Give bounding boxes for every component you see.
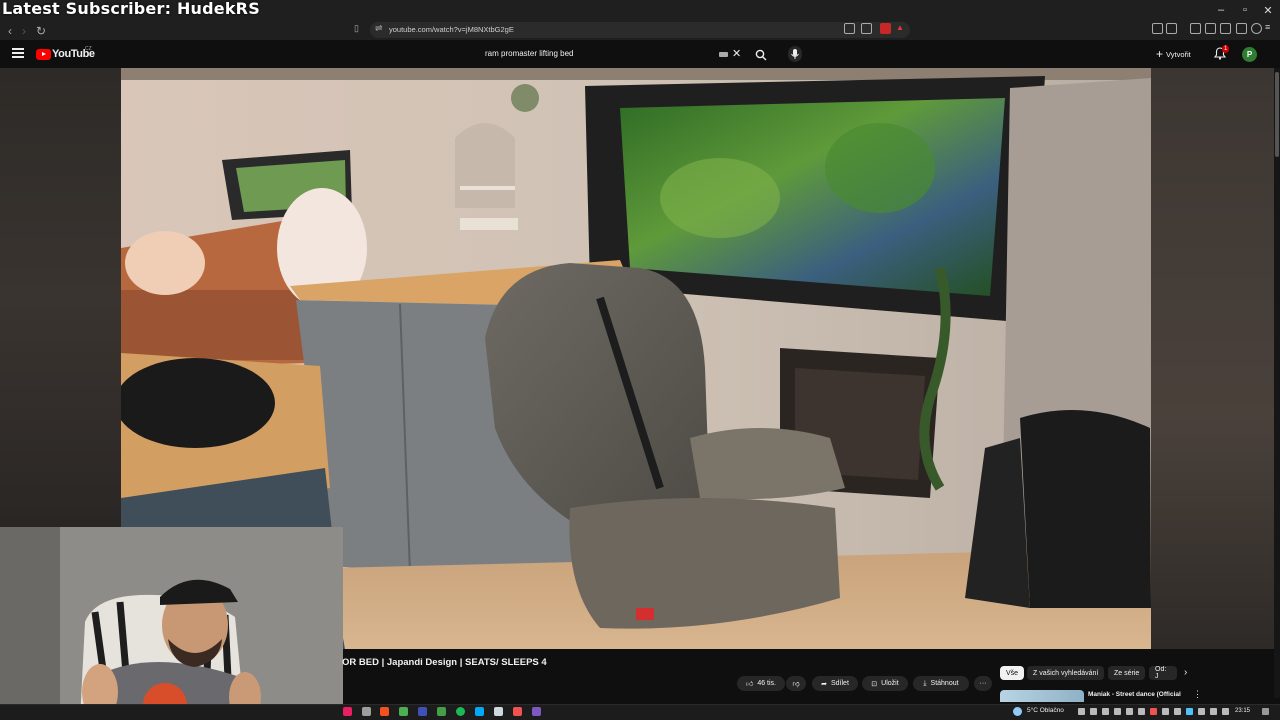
clear-search-icon[interactable]: ✕: [732, 47, 741, 60]
vpn-icon[interactable]: [1236, 23, 1247, 34]
chip-from-channel[interactable]: Od: J: [1149, 666, 1177, 680]
url-text: youtube.com/watch?v=jM8NXtbG2gE: [389, 25, 514, 34]
tray-icon[interactable]: [1150, 708, 1157, 715]
save-label: Uložit: [881, 680, 899, 687]
minimize-button[interactable]: –: [1210, 4, 1232, 16]
taskbar-app-icon[interactable]: [437, 707, 446, 716]
maximize-button[interactable]: ▫: [1234, 4, 1256, 16]
picture-in-picture-icon[interactable]: [844, 23, 855, 34]
search-query-text[interactable]: ram promaster lifting bed: [485, 49, 573, 58]
tray-icon[interactable]: [1114, 708, 1121, 715]
taskbar-browser-icon[interactable]: [380, 707, 389, 716]
recommendation-title[interactable]: Maniak - Street dance (Official: [1088, 691, 1181, 698]
close-window-button[interactable]: ✕: [1257, 4, 1279, 17]
recommendation-thumbnail[interactable]: [1000, 690, 1084, 702]
reload-icon[interactable]: ↻: [36, 24, 46, 38]
browser-menu-icon[interactable]: ≡: [1265, 23, 1276, 34]
weather-text[interactable]: 5°C Oblačno: [1027, 707, 1064, 714]
plus-icon: +: [1156, 47, 1164, 61]
brave-shield-icon[interactable]: [880, 23, 891, 34]
media-icon[interactable]: [1190, 23, 1201, 34]
chip-from-searches[interactable]: Z vašich vyhledávání: [1027, 666, 1105, 680]
share-label: Sdílet: [830, 680, 849, 687]
keyboard-icon[interactable]: [719, 52, 728, 57]
dislike-button[interactable]: 👎︎: [786, 676, 806, 691]
notifications-center-icon[interactable]: [1262, 708, 1269, 715]
stream-overlay-title: Latest Subscriber: HudekRS: [2, 0, 260, 18]
taskbar-app-icon[interactable]: [532, 707, 541, 716]
forward-icon[interactable]: ›: [22, 24, 26, 38]
tray-icon[interactable]: [1174, 708, 1181, 715]
search-icon[interactable]: [755, 48, 767, 61]
back-icon[interactable]: ‹: [8, 24, 12, 38]
bookmark-icon[interactable]: ▯: [354, 23, 359, 34]
taskbar-app-icon[interactable]: [475, 707, 484, 716]
country-code: CZ: [85, 46, 92, 52]
chevron-right-icon[interactable]: ›: [1184, 667, 1187, 678]
taskbar-app-icon[interactable]: [494, 707, 503, 716]
volume-icon[interactable]: [1210, 708, 1217, 715]
more-label: ···: [979, 680, 987, 687]
tray-icon[interactable]: [1138, 708, 1145, 715]
wallet-icon[interactable]: [1220, 23, 1231, 34]
like-button[interactable]: 👍︎ 46 tis.: [737, 676, 785, 691]
sidebar-icon[interactable]: [1205, 23, 1216, 34]
create-button[interactable]: + Vytvořit: [1156, 47, 1191, 61]
video-title: OR BED | Japandi Design | SEATS/ SLEEPS …: [342, 657, 547, 668]
webcam-image: [0, 527, 343, 720]
microphone-icon[interactable]: [788, 46, 802, 62]
share-button[interactable]: ➦ Sdílet: [812, 676, 858, 691]
tray-icon[interactable]: [1186, 708, 1193, 715]
thumbs-down-icon: 👎︎: [792, 681, 800, 688]
kebab-menu-icon[interactable]: ⋮: [1193, 689, 1202, 700]
hamburger-menu-icon[interactable]: [12, 48, 24, 58]
rewards-icon[interactable]: ▲: [896, 23, 907, 34]
chip-from-series[interactable]: Ze série: [1108, 666, 1146, 680]
avatar[interactable]: P: [1242, 47, 1257, 62]
more-actions-button[interactable]: ···: [974, 676, 992, 691]
site-info-icon[interactable]: ⇌: [375, 23, 383, 34]
taskbar-app-icon[interactable]: [418, 707, 427, 716]
video-letterbox-left: [0, 68, 121, 528]
page-scrollbar[interactable]: [1274, 68, 1280, 698]
chip-all[interactable]: Vše: [1000, 666, 1025, 680]
tray-icon[interactable]: [1102, 708, 1109, 715]
taskbar-app-icon[interactable]: [513, 707, 522, 716]
tray-icon[interactable]: [1162, 708, 1169, 715]
video-letterbox-right: [1151, 68, 1274, 649]
taskbar-app-icon[interactable]: [362, 707, 371, 716]
share-arrow-icon: ➦: [821, 680, 827, 688]
download-icon: ⤓: [923, 679, 927, 687]
download-label: Stáhnout: [930, 680, 959, 687]
taskbar-app-icon[interactable]: [343, 707, 352, 716]
taskbar-spotify-icon[interactable]: [456, 707, 465, 716]
save-button[interactable]: ⊡ Uložit: [862, 676, 908, 691]
tray-icon[interactable]: [1078, 708, 1085, 715]
create-label: Vytvořit: [1166, 49, 1191, 59]
download-button[interactable]: ⤓ Stáhnout: [913, 676, 969, 691]
share-page-icon[interactable]: [861, 23, 872, 34]
thumbs-up-icon: 👍︎: [745, 681, 754, 688]
tray-icon[interactable]: [1126, 708, 1133, 715]
youtube-logo-icon[interactable]: [36, 49, 51, 60]
taskbar-app-icon[interactable]: [399, 707, 408, 716]
profile-icon[interactable]: [1251, 23, 1262, 34]
weather-cloud-icon: [1013, 707, 1022, 716]
extension-icon[interactable]: [1152, 23, 1163, 34]
webcam-overlay: [0, 527, 343, 720]
battery-icon[interactable]: [1222, 708, 1229, 715]
network-icon[interactable]: [1198, 708, 1205, 715]
search-input[interactable]: [430, 45, 745, 63]
extension-icon[interactable]: [1166, 23, 1177, 34]
taskbar: [0, 704, 1280, 720]
scrollbar-thumb[interactable]: [1275, 72, 1279, 157]
tray-icon[interactable]: [1090, 708, 1097, 715]
bookmark-save-icon: ⊡: [871, 680, 878, 688]
like-count: 46 tis.: [757, 680, 776, 687]
taskbar-clock[interactable]: 23:15: [1235, 708, 1250, 714]
